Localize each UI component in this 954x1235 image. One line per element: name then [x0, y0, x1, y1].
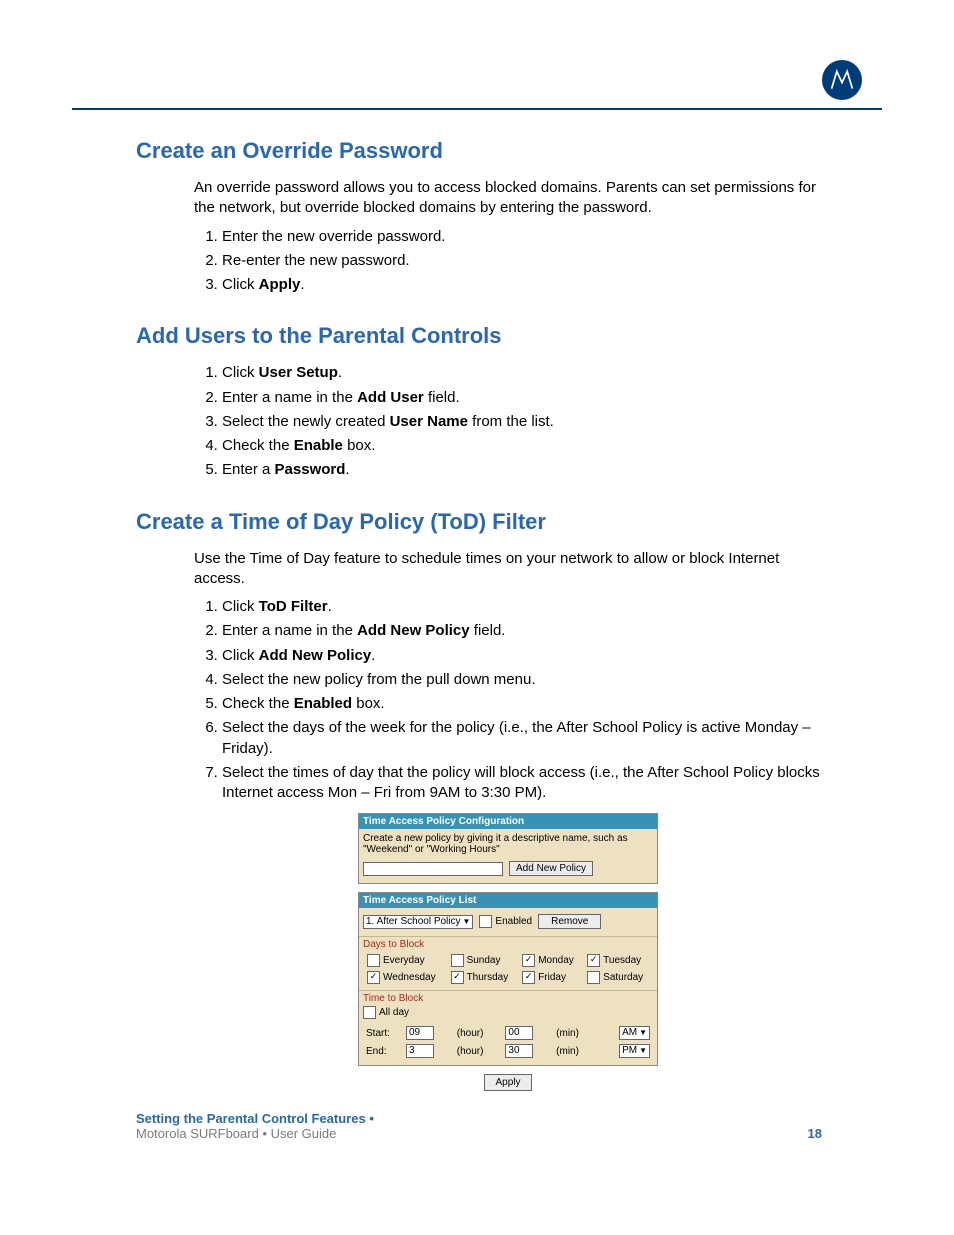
thursday-checkbox[interactable]: ✓: [451, 971, 464, 984]
list-item: Enter a name in the Add New Policy field…: [222, 621, 822, 641]
start-hour-input[interactable]: 09: [406, 1026, 434, 1040]
chevron-down-icon: ▼: [639, 1028, 647, 1037]
panel-header-list: Time Access Policy List: [359, 893, 657, 908]
time-to-block-label: Time to Block: [363, 993, 653, 1004]
apply-button[interactable]: Apply: [484, 1074, 531, 1091]
heading-add-users: Add Users to the Parental Controls: [72, 323, 882, 349]
start-min-input[interactable]: 00: [505, 1026, 533, 1040]
start-ampm-select[interactable]: AM▼: [619, 1026, 650, 1040]
list-item: Click ToD Filter.: [222, 597, 822, 617]
hour-label: (hour): [456, 1025, 503, 1041]
list-item: Enter the new override password.: [222, 227, 822, 247]
end-min-input[interactable]: 30: [505, 1044, 533, 1058]
list-item: Enter a name in the Add User field.: [222, 388, 822, 408]
chevron-down-icon: ▼: [463, 917, 471, 926]
wednesday-checkbox[interactable]: ✓: [367, 971, 380, 984]
chevron-down-icon: ▼: [639, 1046, 647, 1055]
list-item: Select the times of day that the policy …: [222, 763, 822, 804]
enabled-label: Enabled: [495, 916, 532, 927]
header-rule: [72, 108, 882, 110]
all-day-checkbox[interactable]: [363, 1006, 376, 1019]
monday-checkbox[interactable]: ✓: [522, 954, 535, 967]
end-label: End:: [365, 1043, 403, 1059]
list-tod-steps: Click ToD Filter. Enter a name in the Ad…: [194, 597, 822, 803]
min-label: (min): [555, 1025, 595, 1041]
list-item: Click User Setup.: [222, 363, 822, 383]
heading-tod-filter: Create a Time of Day Policy (ToD) Filter: [72, 509, 882, 535]
saturday-checkbox[interactable]: [587, 971, 600, 984]
enabled-checkbox[interactable]: [479, 915, 492, 928]
hour-label: (hour): [456, 1043, 503, 1059]
days-to-block-label: Days to Block: [363, 939, 653, 950]
footer-section-title: Setting the Parental Control Features •: [136, 1111, 374, 1126]
list-item: Re-enter the new password.: [222, 251, 822, 271]
list-item: Select the newly created User Name from …: [222, 412, 822, 432]
para-override-intro: An override password allows you to acces…: [194, 178, 822, 219]
start-label: Start:: [365, 1025, 403, 1041]
motorola-logo-icon: [822, 60, 862, 100]
heading-override-password: Create an Override Password: [72, 138, 882, 164]
everyday-checkbox[interactable]: [367, 954, 380, 967]
min-label: (min): [555, 1043, 595, 1059]
list-item: Select the days of the week for the poli…: [222, 718, 822, 759]
page-number: 18: [808, 1126, 822, 1141]
add-policy-input[interactable]: [363, 862, 503, 876]
list-item: Select the new policy from the pull down…: [222, 670, 822, 690]
para-tod-intro: Use the Time of Day feature to schedule …: [194, 549, 822, 590]
end-ampm-select[interactable]: PM▼: [619, 1044, 650, 1058]
list-item: Check the Enabled box.: [222, 694, 822, 714]
tuesday-checkbox[interactable]: ✓: [587, 954, 600, 967]
list-override-steps: Enter the new override password. Re-ente…: [194, 227, 822, 296]
footer-doc-title: Motorola SURFboard • User Guide: [136, 1126, 374, 1141]
friday-checkbox[interactable]: ✓: [522, 971, 535, 984]
remove-button[interactable]: Remove: [538, 914, 601, 929]
list-item: Click Add New Policy.: [222, 646, 822, 666]
add-new-policy-button[interactable]: Add New Policy: [509, 861, 593, 876]
tod-config-screenshot: Time Access Policy Configuration Create …: [358, 813, 658, 1091]
list-item: Click Apply.: [222, 275, 822, 295]
panel-header-config: Time Access Policy Configuration: [359, 814, 657, 829]
config-desc: Create a new policy by giving it a descr…: [363, 833, 653, 855]
sunday-checkbox[interactable]: [451, 954, 464, 967]
list-item: Check the Enable box.: [222, 436, 822, 456]
policy-select[interactable]: 1. After School Policy▼: [363, 915, 473, 929]
list-add-users-steps: Click User Setup. Enter a name in the Ad…: [194, 363, 822, 480]
end-hour-input[interactable]: 3: [406, 1044, 434, 1058]
list-item: Enter a Password.: [222, 460, 822, 480]
